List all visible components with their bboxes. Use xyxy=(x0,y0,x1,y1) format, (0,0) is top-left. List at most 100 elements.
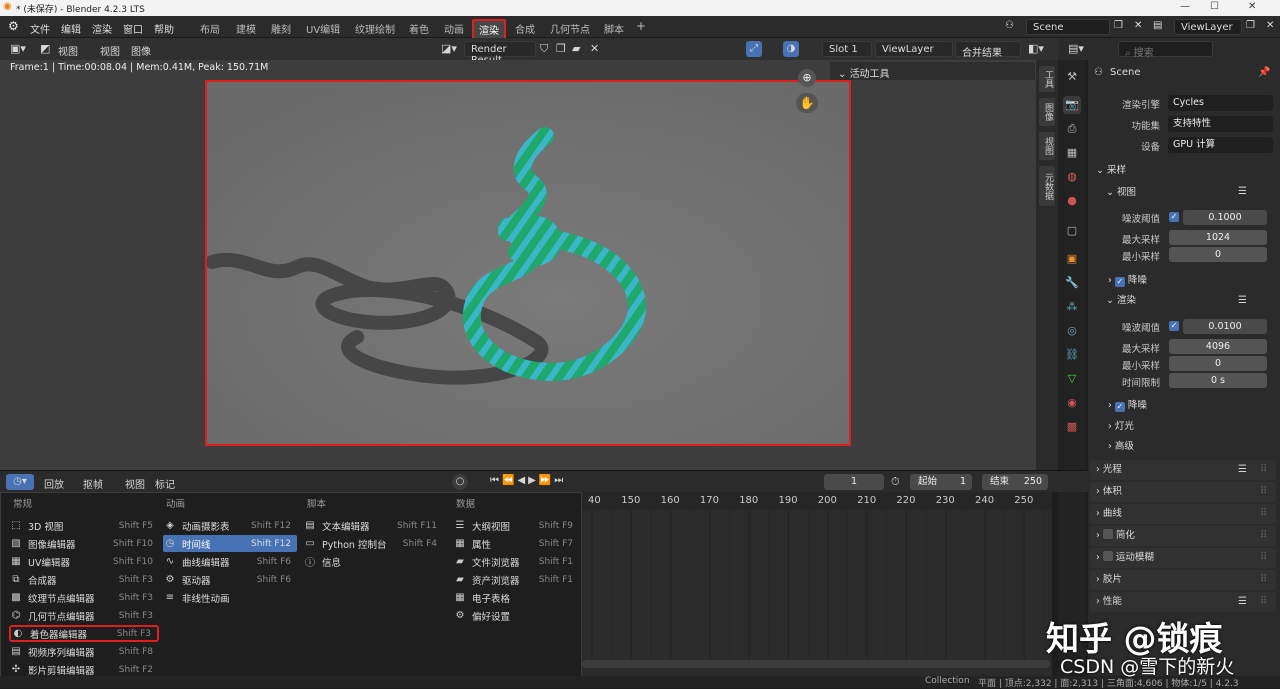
editor-menu-item[interactable]: ▰ 文件浏览器 Shift F1 xyxy=(453,553,579,570)
menu-window[interactable]: 窗口 xyxy=(123,21,143,36)
tab-sculpting[interactable]: 雕刻 xyxy=(271,21,291,36)
device-dropdown[interactable]: GPU 计算 xyxy=(1168,137,1273,153)
texture-icon[interactable]: ▩ xyxy=(1063,418,1081,436)
new-image-icon[interactable]: ❐ xyxy=(556,42,566,55)
drag-handle-icon[interactable]: ⠿ xyxy=(1260,596,1267,607)
drag-handle-icon[interactable]: ⠿ xyxy=(1260,486,1267,497)
editor-type-icon[interactable]: ▣▾ xyxy=(10,42,26,55)
pin-icon[interactable]: 📌 xyxy=(1258,67,1270,78)
tab-shading[interactable]: 着色 xyxy=(409,21,429,36)
editor-menu-item[interactable]: ⧉ 合成器 Shift F3 xyxy=(9,571,159,588)
start-frame-field[interactable]: 起始 1 xyxy=(910,474,972,490)
view-layer-icon[interactable]: ▤ xyxy=(1153,20,1162,31)
world-icon[interactable]: ● xyxy=(1063,192,1081,210)
view-mode-dropdown[interactable]: 视图 xyxy=(58,43,78,58)
tab-texture-paint[interactable]: 纹理绘制 xyxy=(355,21,395,36)
tab-image[interactable]: 图像 xyxy=(1039,98,1055,126)
tab-rendering[interactable]: 渲染 xyxy=(472,19,506,40)
volumes-panel[interactable]: › 体积 ⠿ xyxy=(1090,482,1276,502)
tab-view[interactable]: 视图 xyxy=(1039,132,1055,160)
collection-icon[interactable]: ▢ xyxy=(1063,222,1081,240)
lights-section[interactable]: › 灯光 xyxy=(1108,418,1134,436)
minimize-icon[interactable]: — xyxy=(1180,1,1190,12)
motion-blur-panel[interactable]: › 运动模糊 ⠿ xyxy=(1090,548,1276,568)
scene-icon[interactable]: ◍ xyxy=(1063,168,1081,186)
stopwatch-icon[interactable]: ⏱ xyxy=(891,475,900,489)
close-icon[interactable]: ✕ xyxy=(1248,1,1256,12)
render-max-samples-field[interactable]: 4096 xyxy=(1169,339,1267,354)
editor-menu-item[interactable]: ▦ 属性 Shift F7 xyxy=(453,535,579,552)
simplify-panel[interactable]: › 简化 ⠿ xyxy=(1090,526,1276,546)
physics-icon[interactable]: ◎ xyxy=(1063,322,1081,340)
editor-menu-item[interactable]: ◈ 动画摄影表 Shift F12 xyxy=(163,517,297,534)
editor-menu-item[interactable]: ▦ UV编辑器 Shift F10 xyxy=(9,553,159,570)
editor-menu-item[interactable]: ⓘ 信息 xyxy=(303,553,443,570)
view-layer-icon[interactable]: ▦ xyxy=(1063,144,1081,162)
view-layer-selector[interactable]: ViewLayer xyxy=(1174,19,1242,35)
timeline-scrollbar[interactable] xyxy=(582,660,1050,668)
menu-help[interactable]: 帮助 xyxy=(154,21,174,36)
render-subsection[interactable]: ⌄ 渲染 xyxy=(1106,292,1136,310)
pass-dropdown[interactable]: 合并结果 xyxy=(955,41,1021,59)
view-layer-dropdown[interactable]: ViewLayer xyxy=(875,41,953,57)
render-noise-threshold-checkbox[interactable]: ✓ xyxy=(1169,321,1179,331)
editor-menu-item[interactable]: ▤ 视频序列编辑器 Shift F8 xyxy=(9,643,159,660)
playback-controls[interactable]: ⏮⏪◀▶⏩⏭ xyxy=(490,475,566,486)
editor-menu-item[interactable]: ▭ Python 控制台 Shift F4 xyxy=(303,535,443,552)
menu-edit[interactable]: 编辑 xyxy=(61,21,81,36)
timeline-editor-type-icon[interactable]: ◷▾ xyxy=(6,474,34,490)
render-denoise-checkbox[interactable]: ✓ xyxy=(1114,402,1125,412)
editor-menu-item[interactable]: ⚙ 驱动器 Shift F6 xyxy=(163,571,297,588)
data-icon[interactable]: ▽ xyxy=(1063,370,1081,388)
new-scene-icon[interactable]: ❐ xyxy=(1114,20,1123,31)
scene-icon[interactable]: ⚇ xyxy=(1005,20,1014,31)
viewport-subsection[interactable]: ⌄ 视图 xyxy=(1106,184,1136,202)
feature-set-dropdown[interactable]: 支持特性 xyxy=(1168,116,1273,132)
editor-menu-item[interactable]: ☰ 大纲视图 Shift F9 xyxy=(453,517,579,534)
new-view-layer-icon[interactable]: ❐ xyxy=(1246,20,1255,31)
open-image-icon[interactable]: ▰ xyxy=(572,42,580,55)
constraints-icon[interactable]: ⛓ xyxy=(1063,346,1081,364)
blender-menu-icon[interactable]: ⚙ xyxy=(8,19,19,33)
editor-menu-item[interactable]: ▧ 图像编辑器 Shift F10 xyxy=(9,535,159,552)
tool-icon[interactable]: ⚒ xyxy=(1063,68,1081,86)
render-time-limit-field[interactable]: 0 s xyxy=(1169,373,1267,388)
light-paths-panel[interactable]: › 光程 ☰ ⠿ xyxy=(1090,460,1276,480)
viewport-noise-threshold-field[interactable]: 0.1000 xyxy=(1183,210,1267,225)
simplify-checkbox[interactable] xyxy=(1102,529,1113,539)
performance-panel[interactable]: › 性能 ☰ ⠿ xyxy=(1090,592,1276,612)
tab-modeling[interactable]: 建模 xyxy=(236,21,256,36)
motion-blur-checkbox[interactable] xyxy=(1102,551,1113,561)
editor-menu-item[interactable]: ◷ 时间线 Shift F12 xyxy=(163,535,297,552)
properties-search[interactable]: ⌕ 搜索 xyxy=(1118,41,1213,59)
object-icon[interactable]: ▣ xyxy=(1063,250,1081,268)
slot-dropdown[interactable]: Slot 1 xyxy=(822,41,872,57)
viewport-denoise-section[interactable]: › ✓ 降噪 xyxy=(1108,272,1147,290)
end-frame-field[interactable]: 结束 250 xyxy=(982,474,1048,490)
list-icon[interactable]: ☰ xyxy=(1238,186,1247,197)
scene-selector[interactable]: Scene xyxy=(1026,19,1110,35)
render-noise-threshold-field[interactable]: 0.0100 xyxy=(1183,319,1267,334)
list-icon[interactable]: ☰ xyxy=(1238,596,1247,607)
tab-layout[interactable]: 布局 xyxy=(200,21,220,36)
active-tool-panel[interactable]: ⌄ 活动工具 xyxy=(830,62,1035,80)
maximize-icon[interactable]: ☐ xyxy=(1210,1,1219,12)
delete-scene-icon[interactable]: ✕ xyxy=(1134,20,1142,31)
fake-user-icon[interactable]: ⛉ xyxy=(540,42,548,56)
editor-menu-item[interactable]: ▰ 资产浏览器 Shift F1 xyxy=(453,571,579,588)
tab-metadata[interactable]: 元数据 xyxy=(1039,166,1055,206)
tab-geometry-nodes[interactable]: 几何节点 xyxy=(550,21,590,36)
list-icon[interactable]: ☰ xyxy=(1238,295,1247,306)
viewport-noise-threshold-checkbox[interactable]: ✓ xyxy=(1169,212,1179,222)
current-frame-field[interactable]: 1 xyxy=(824,474,884,490)
overlay-icon[interactable]: ◑ xyxy=(783,41,799,57)
editor-menu-item[interactable]: ▩ 纹理节点编辑器 Shift F3 xyxy=(9,589,159,606)
editor-menu-item[interactable]: ▦ 电子表格 xyxy=(453,589,579,606)
delete-view-layer-icon[interactable]: ✕ xyxy=(1266,20,1274,31)
drag-handle-icon[interactable]: ⠿ xyxy=(1260,574,1267,585)
unlink-image-icon[interactable]: ✕ xyxy=(590,42,599,55)
auto-keying-icon[interactable]: ○ xyxy=(452,474,468,490)
image-browse-icon[interactable]: ◪▾ xyxy=(441,42,457,55)
film-panel[interactable]: › 胶片 ⠿ xyxy=(1090,570,1276,590)
image-name-field[interactable]: Render Result xyxy=(464,41,536,66)
